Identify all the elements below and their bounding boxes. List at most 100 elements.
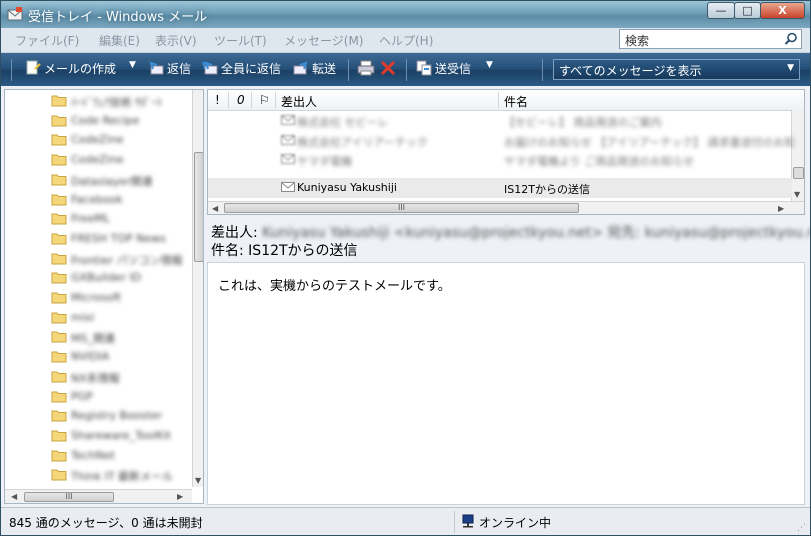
- menu-tools[interactable]: ツール(T): [214, 32, 267, 49]
- scroll-left-icon[interactable]: ◀: [212, 204, 218, 213]
- folder-icon: [51, 233, 67, 245]
- message-from: ヤマダ電機: [297, 155, 352, 168]
- list-horizontal-scrollbar[interactable]: ◀ III ▶: [208, 201, 804, 214]
- col-attachment[interactable]: 0: [237, 93, 245, 107]
- scroll-down-icon[interactable]: ▼: [195, 476, 201, 485]
- folder-icon: [51, 292, 67, 304]
- message-row[interactable]: 株式会社 セビーレ 【セビーレ】 商品発送のご案内: [208, 111, 792, 131]
- message-subject: IS12Tからの送信: [504, 183, 590, 196]
- search-input[interactable]: 検索: [619, 29, 802, 49]
- mail-window: 受信トレイ - Windows メール — □ X ファイル(F) 編集(E) …: [0, 0, 811, 536]
- status-bar: 845 通のメッセージ、0 通は未開封 オンライン中 ⋰: [1, 507, 810, 535]
- maximize-button[interactable]: □: [734, 2, 761, 19]
- resize-grip-icon[interactable]: ⋰: [797, 523, 806, 533]
- chevron-down-icon: ▼: [787, 63, 794, 73]
- envelope-icon: [281, 115, 295, 125]
- col-watch[interactable]: ⚐: [259, 93, 270, 107]
- folder-icon: [51, 115, 67, 127]
- column-divider: [275, 92, 276, 108]
- folder-label: Registry Booster: [71, 409, 162, 423]
- folder-label: Microsoft: [71, 291, 122, 304]
- message-subject: お届けのお知らせ 【アイリアーテック】 請求書送付のお知らせ: [504, 136, 794, 149]
- menu-message[interactable]: メッセージ(M): [284, 32, 363, 49]
- message-from: 株式会社 セビーレ: [297, 116, 389, 129]
- folder-horizontal-scrollbar[interactable]: ◀ III ▶: [5, 489, 192, 503]
- folder-icon: [51, 391, 67, 402]
- view-filter-select[interactable]: すべてのメッセージを表示 ▼: [553, 59, 800, 80]
- folder-label: Think IT 最新メール: [71, 470, 174, 484]
- print-button[interactable]: [357, 60, 378, 80]
- scroll-right-icon[interactable]: ▶: [778, 204, 784, 213]
- print-icon: [357, 60, 375, 76]
- column-header: ! 0 ⚐ 差出人 件名: [208, 90, 804, 111]
- scroll-thumb[interactable]: III: [224, 203, 579, 213]
- search-icon[interactable]: [784, 32, 798, 46]
- scroll-thumb[interactable]: [793, 167, 804, 179]
- message-body-text: これは、実機からのテストメールです。: [218, 279, 451, 294]
- folder-label: Frontier パソコン情報: [71, 253, 183, 267]
- preview-body[interactable]: これは、実機からのテストメールです。: [207, 262, 805, 505]
- folder-icon: [51, 450, 67, 462]
- window-title: 受信トレイ - Windows メール: [28, 10, 208, 25]
- preview-from-value[interactable]: Kuniyasu Yakushiji <kuniyasu@projectkyou…: [262, 225, 810, 241]
- reply-button[interactable]: 返信: [148, 60, 191, 80]
- search-placeholder: 検索: [625, 34, 650, 48]
- view-filter-value: すべてのメッセージを表示: [559, 64, 702, 78]
- menu-edit[interactable]: 編集(E): [99, 32, 140, 49]
- folder-label: MS_関連: [71, 332, 115, 346]
- folder-vertical-scrollbar[interactable]: ▼: [192, 90, 203, 487]
- preview-subject-label: 件名:: [211, 243, 244, 259]
- message-row[interactable]: 株式会社アイリアーテック お届けのお知らせ 【アイリアーテック】 請求書送付のお知…: [208, 131, 794, 151]
- folder-label: Shareware_ToolKit: [71, 428, 171, 442]
- message-row[interactable]: Kuniyasu Yakushiji IS12Tからの送信: [208, 178, 792, 198]
- folder-icon: [51, 312, 67, 324]
- preview-subject-line: 件名: IS12Tからの送信: [211, 240, 358, 260]
- send-receive-button[interactable]: 送受信: [416, 60, 471, 80]
- folder-icon: [51, 253, 67, 265]
- col-from[interactable]: 差出人: [281, 93, 317, 110]
- scroll-left-icon[interactable]: ◀: [11, 492, 17, 501]
- menu-help[interactable]: ヘルプ(H): [379, 32, 433, 49]
- column-divider: [251, 92, 252, 108]
- col-subject[interactable]: 件名: [504, 93, 528, 110]
- column-divider: [228, 92, 229, 108]
- new-mail-button[interactable]: メールの作成: [25, 60, 116, 80]
- reply-icon: [149, 61, 164, 75]
- toolbar-separator: [348, 59, 349, 81]
- online-status-icon: [462, 514, 474, 528]
- envelope-icon: [281, 182, 295, 192]
- delete-button[interactable]: [380, 60, 399, 80]
- folder-label: NVIDIA: [71, 350, 110, 364]
- folder-label: ﾊｰﾄﾞｳｪｱ技術 ｻﾎﾟｰﾄ: [71, 96, 163, 109]
- folder-icon: [51, 371, 67, 383]
- windows-mail-icon: [7, 7, 23, 21]
- envelope-icon: [281, 154, 295, 164]
- send-receive-dropdown[interactable]: ▼: [486, 60, 493, 80]
- message-row[interactable]: ヤマダ電機 ヤマダ電機より ご商品発送のお知らせ: [208, 150, 792, 170]
- delete-icon: [380, 60, 396, 76]
- message-list: ! 0 ⚐ 差出人 件名 ▼ ◀ III ▶ 株式会社 セビーレ 【セビーレ】 商…: [207, 89, 805, 215]
- forward-button[interactable]: 転送: [293, 60, 336, 80]
- scroll-right-icon[interactable]: ▶: [177, 492, 183, 501]
- forward-label: 転送: [312, 62, 337, 76]
- title-bar[interactable]: 受信トレイ - Windows メール — □ X: [1, 1, 810, 28]
- minimize-button[interactable]: —: [707, 2, 735, 19]
- new-mail-dropdown[interactable]: ▼: [129, 60, 136, 80]
- scroll-thumb[interactable]: [194, 152, 203, 262]
- close-button[interactable]: X: [760, 2, 805, 19]
- reply-all-button[interactable]: 全員に返信: [201, 60, 281, 80]
- folder-icon: [51, 272, 67, 284]
- folder-icon: [51, 95, 67, 107]
- col-priority[interactable]: !: [215, 93, 220, 107]
- folder-icon: [51, 351, 67, 363]
- folder-label: CodeZine: [71, 153, 124, 167]
- envelope-icon: [281, 135, 295, 145]
- scroll-down-icon[interactable]: ▼: [794, 190, 800, 199]
- reply-label: 返信: [167, 62, 192, 76]
- folder-label: mixi: [71, 310, 95, 324]
- menu-view[interactable]: 表示(V): [155, 32, 197, 49]
- menu-file[interactable]: ファイル(F): [15, 32, 79, 49]
- online-status: オンライン中: [479, 516, 552, 530]
- new-mail-icon: [26, 60, 41, 75]
- scroll-thumb[interactable]: III: [24, 492, 114, 502]
